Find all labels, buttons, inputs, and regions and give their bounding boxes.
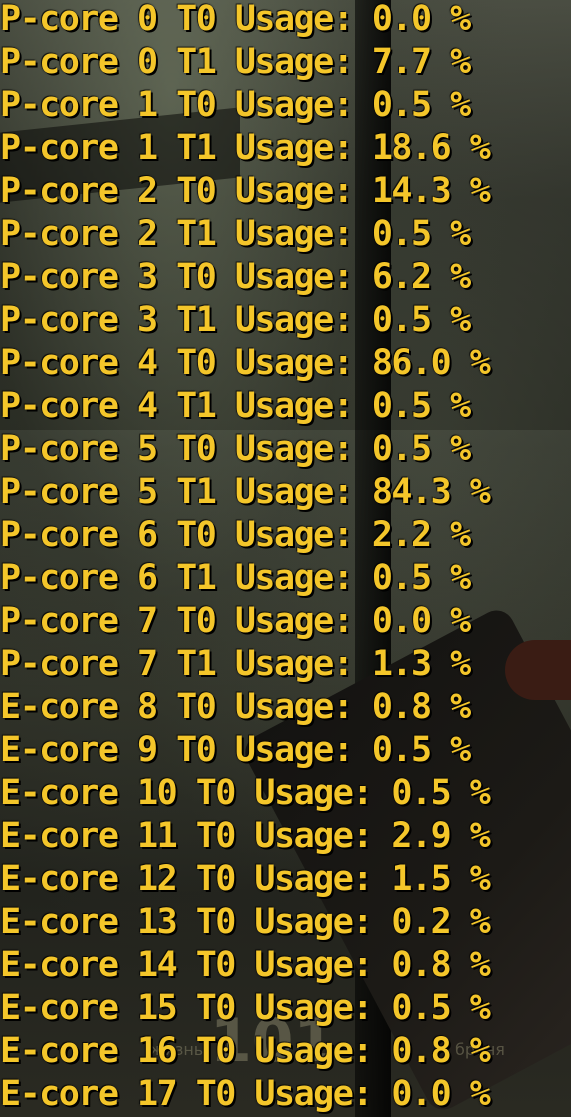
cpu-thread-row: E-core 11 T0 Usage: 2.9 %	[0, 816, 491, 856]
cpu-thread-row: E-core 12 T0 Usage: 1.5 %	[0, 859, 491, 899]
cpu-thread-row: P-core 5 T1 Usage: 84.3 %	[0, 472, 491, 512]
cpu-thread-row: E-core 9 T0 Usage: 0.5 %	[0, 730, 471, 770]
cpu-thread-row: E-core 16 T0 Usage: 0.8 %	[0, 1031, 491, 1071]
cpu-thread-row: P-core 5 T0 Usage: 0.5 %	[0, 429, 471, 469]
cpu-thread-row: E-core 8 T0 Usage: 0.8 %	[0, 687, 471, 727]
cpu-thread-row: P-core 0 T0 Usage: 0.0 %	[0, 0, 471, 39]
cpu-thread-row: E-core 14 T0 Usage: 0.8 %	[0, 945, 491, 985]
cpu-thread-row: P-core 2 T1 Usage: 0.5 %	[0, 214, 471, 254]
cpu-thread-row: P-core 6 T0 Usage: 2.2 %	[0, 515, 471, 555]
game-screen: жизнь 101 броня P-core 0 T0 Usage: 0.0 %…	[0, 0, 571, 1117]
cpu-usage-overlay: P-core 0 T0 Usage: 0.0 % P-core 0 T1 Usa…	[0, 0, 571, 1116]
cpu-thread-row: P-core 4 T1 Usage: 0.5 %	[0, 386, 471, 426]
cpu-thread-row: P-core 3 T0 Usage: 6.2 %	[0, 257, 471, 297]
cpu-thread-row: P-core 3 T1 Usage: 0.5 %	[0, 300, 471, 340]
cpu-thread-row: P-core 1 T1 Usage: 18.6 %	[0, 128, 491, 168]
cpu-thread-row: P-core 4 T0 Usage: 86.0 %	[0, 343, 491, 383]
cpu-thread-row: P-core 1 T0 Usage: 0.5 %	[0, 85, 471, 125]
cpu-thread-row: E-core 13 T0 Usage: 0.2 %	[0, 902, 491, 942]
cpu-thread-row: P-core 6 T1 Usage: 0.5 %	[0, 558, 471, 598]
cpu-thread-row: P-core 2 T0 Usage: 14.3 %	[0, 171, 491, 211]
cpu-thread-row: P-core 7 T1 Usage: 1.3 %	[0, 644, 471, 684]
cpu-thread-row: E-core 10 T0 Usage: 0.5 %	[0, 773, 491, 813]
cpu-thread-row: P-core 0 T1 Usage: 7.7 %	[0, 42, 471, 82]
cpu-thread-row: E-core 15 T0 Usage: 0.5 %	[0, 988, 491, 1028]
cpu-thread-row: P-core 7 T0 Usage: 0.0 %	[0, 601, 471, 641]
cpu-thread-row: E-core 17 T0 Usage: 0.0 %	[0, 1074, 491, 1114]
